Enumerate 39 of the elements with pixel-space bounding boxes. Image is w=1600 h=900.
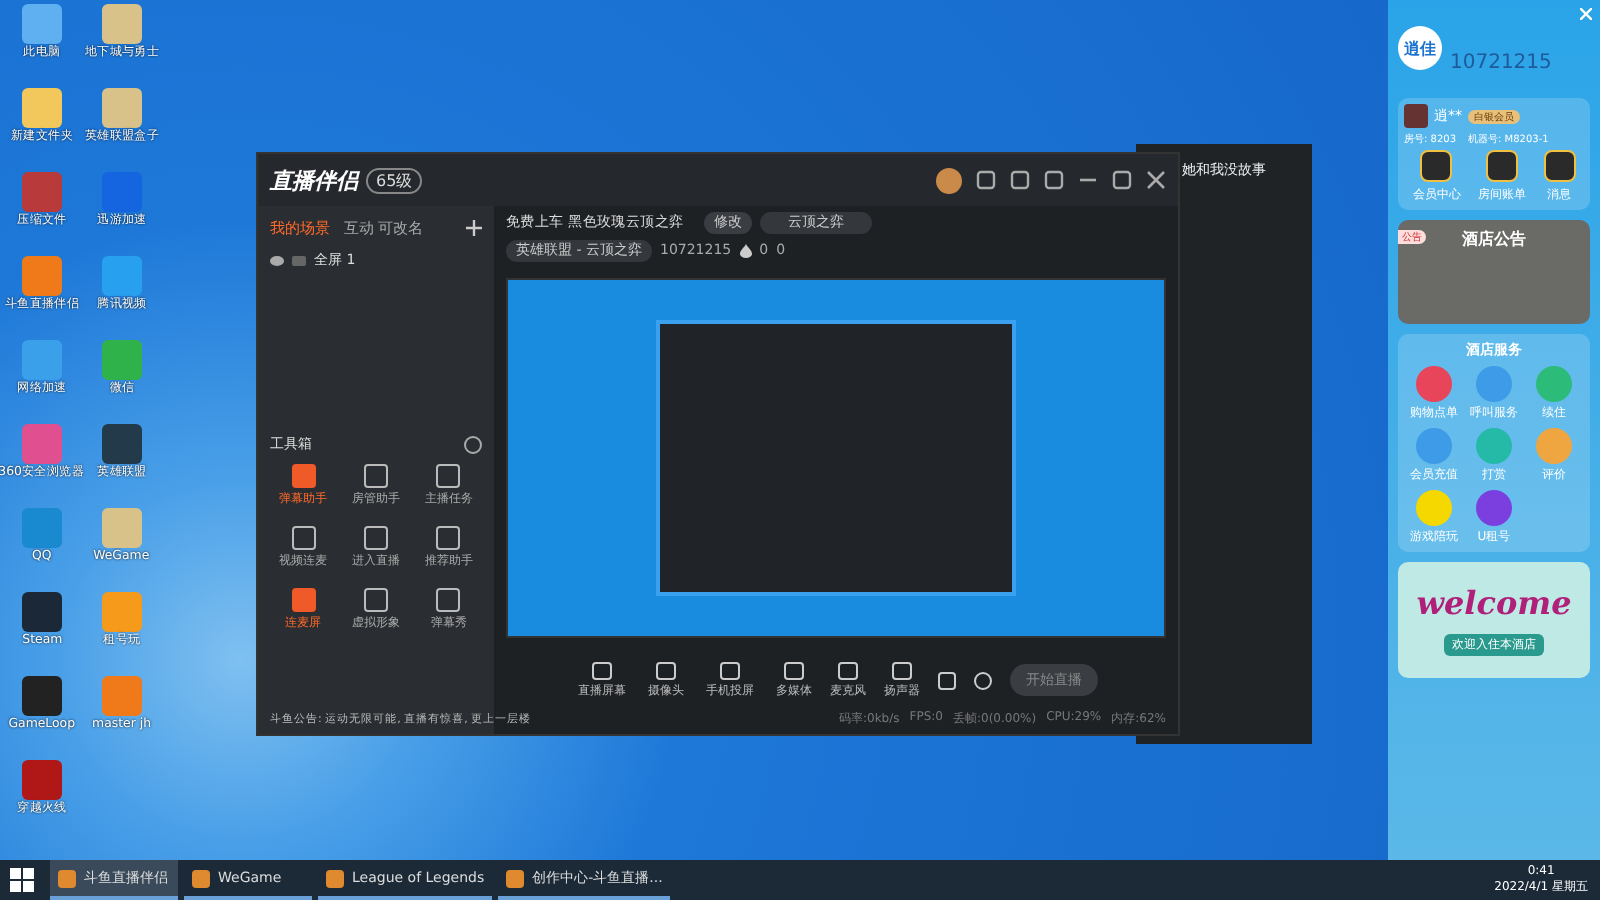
welcome-title: welcome xyxy=(1416,584,1572,622)
service-icon[interactable] xyxy=(1536,366,1572,402)
app-icon[interactable] xyxy=(22,256,62,296)
hotel-number: 10721215 xyxy=(1450,51,1552,73)
service-icon[interactable] xyxy=(1416,428,1452,464)
app-logo: 直播伴侣 xyxy=(270,165,358,195)
close-icon[interactable] xyxy=(1146,170,1166,190)
eye-icon[interactable] xyxy=(270,255,284,265)
maximize-icon[interactable] xyxy=(1112,170,1132,190)
app-icon[interactable] xyxy=(22,424,62,464)
app-icon[interactable] xyxy=(102,676,142,716)
app-icon[interactable] xyxy=(22,340,62,380)
app-icon[interactable] xyxy=(22,760,62,800)
app-icon[interactable] xyxy=(22,508,62,548)
service-icon[interactable] xyxy=(1476,366,1512,402)
app-icon[interactable] xyxy=(22,88,62,128)
app-icon[interactable] xyxy=(22,4,62,44)
app-icon[interactable] xyxy=(102,424,142,464)
app-icon[interactable] xyxy=(102,4,142,44)
service-icon[interactable] xyxy=(1476,490,1512,526)
app-icon[interactable] xyxy=(22,592,62,632)
app-icon[interactable] xyxy=(102,592,142,632)
notice-title: 酒店公告 xyxy=(1462,228,1526,252)
level-badge[interactable]: 65级 xyxy=(366,167,423,193)
app-icon[interactable] xyxy=(102,256,142,296)
service-icon[interactable] xyxy=(1476,428,1512,464)
avatar-icon[interactable] xyxy=(936,167,962,193)
service-icon[interactable] xyxy=(1416,490,1452,526)
app-icon[interactable] xyxy=(22,676,62,716)
app-icon[interactable] xyxy=(22,172,62,212)
brand-logo: 逍佳 xyxy=(1398,26,1442,70)
avatar-icon xyxy=(1404,104,1428,128)
lock-icon[interactable] xyxy=(292,255,306,265)
collapse-icon[interactable] xyxy=(464,435,482,453)
add-icon[interactable] xyxy=(466,214,482,242)
app-icon[interactable] xyxy=(102,340,142,380)
service-icon[interactable] xyxy=(1416,366,1452,402)
app-icon[interactable] xyxy=(102,88,142,128)
app-icon[interactable] xyxy=(102,508,142,548)
